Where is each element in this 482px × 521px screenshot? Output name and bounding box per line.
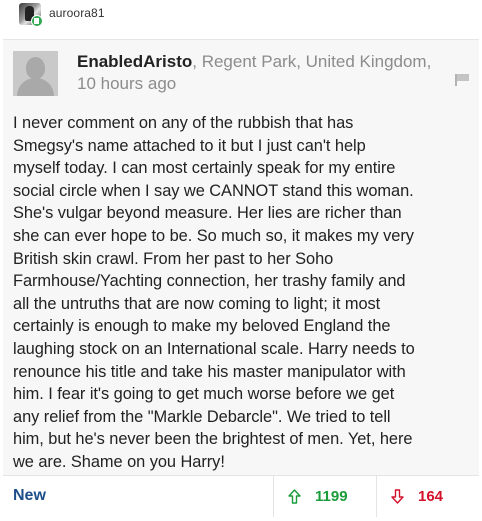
comment-line: She's vulgar beyond measure. Her lies ar…: [13, 204, 402, 223]
top-user-strip: auroora81: [0, 0, 482, 34]
comment-line: all the untruths that are now coming to …: [13, 294, 381, 313]
comment-line: she can ever hope to be. So much so, it …: [13, 226, 414, 245]
comment-line: British skin crawl. From her past to her…: [13, 249, 334, 268]
footer-divider: [273, 476, 274, 517]
comment-line: myself today. I can most certainly speak…: [13, 159, 396, 178]
comment-line: renounce his title and take his master m…: [13, 362, 406, 381]
comment-line: Farmhouse/Yachting connection, her trash…: [13, 272, 406, 291]
downvote-count: 164: [418, 488, 444, 505]
comment-author[interactable]: EnabledAristo: [77, 52, 192, 71]
top-username[interactable]: auroora81: [49, 6, 105, 20]
sort-new-link[interactable]: New: [13, 487, 46, 505]
arrow-down-icon: [391, 489, 404, 504]
comment-line: him. I fear it's going to get much worse…: [13, 385, 395, 404]
comment-line: social circle when I say we CANNOT stand…: [13, 181, 414, 200]
avatar-head: [26, 57, 45, 79]
comment-card: EnabledAristo, Regent Park, United Kingd…: [3, 39, 479, 516]
comment-header: EnabledAristo, Regent Park, United Kingd…: [77, 51, 467, 95]
comment-line: Smegsy's name attached to it but I just …: [13, 136, 366, 155]
badge-icon: [31, 15, 43, 27]
avatar-body: [17, 78, 54, 96]
comment-footer: New 1199 164: [3, 475, 479, 517]
comment-line: any relief from the "Markle Debarcle". W…: [13, 407, 391, 426]
comment-line: laughing stock on an International scale…: [13, 339, 415, 358]
upvote-button[interactable]: 1199: [288, 488, 348, 505]
comment-time: 10 hours ago: [77, 74, 177, 93]
comment-body: I never comment on any of the rubbish th…: [13, 112, 475, 474]
default-avatar-icon[interactable]: [13, 51, 58, 96]
comment-line: we are. Shame on you Harry!: [13, 452, 225, 471]
comment-line: certainly is enough to make my beloved E…: [13, 317, 391, 336]
arrow-up-icon: [288, 489, 301, 504]
comment-line: I never comment on any of the rubbish th…: [13, 114, 354, 132]
downvote-button[interactable]: 164: [391, 488, 443, 505]
flag-report-icon[interactable]: [455, 74, 469, 86]
footer-divider: [376, 476, 377, 517]
comment-location: , Regent Park, United Kingdom,: [192, 52, 432, 71]
comment-line: him, but he's never been the brightest o…: [13, 430, 413, 449]
upvote-count: 1199: [315, 488, 348, 505]
